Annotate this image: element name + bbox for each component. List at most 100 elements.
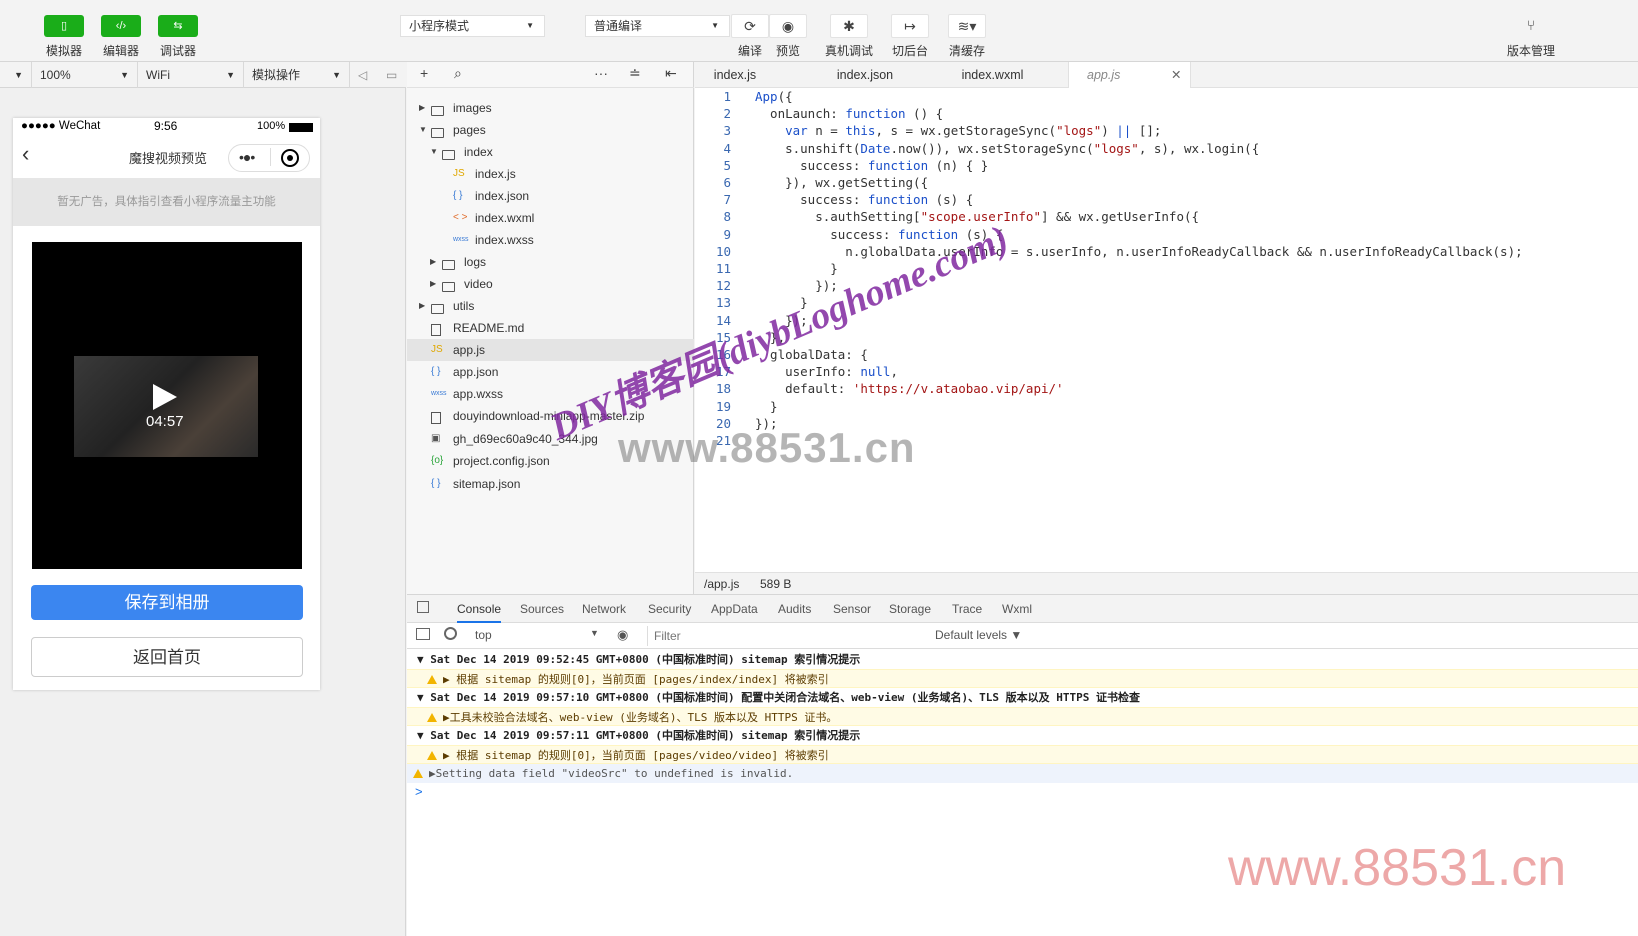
console-log-entry[interactable]: ▼ Sat Dec 14 2019 09:57:10 GMT+0800 (中国标…: [407, 688, 1638, 707]
console-log-entry[interactable]: ▶Setting data field "videoSrc" to undefi…: [407, 764, 1638, 783]
tree-item-label: index.json: [475, 189, 530, 203]
tab-network[interactable]: Network: [582, 595, 626, 623]
more-icon[interactable]: ···: [594, 65, 608, 81]
chevron-right-icon[interactable]: ▶: [419, 97, 425, 119]
tab-audits[interactable]: Audits: [778, 595, 811, 623]
tree-item-label: index.wxml: [475, 211, 535, 225]
tab-index-js[interactable]: index.js: [695, 62, 775, 88]
collapse-icon[interactable]: ≐: [629, 65, 641, 82]
code-icon: ‹/›: [115, 20, 127, 32]
tab-wxml[interactable]: Wxml: [1002, 595, 1032, 623]
compile-button[interactable]: ⟳: [731, 14, 769, 38]
warning-icon: [427, 675, 437, 684]
context-select[interactable]: top: [475, 628, 492, 642]
switch-icon: ↦: [904, 18, 916, 34]
tab-sources[interactable]: Sources: [520, 595, 564, 623]
editor-toggle-button[interactable]: ‹/›: [101, 15, 141, 37]
tree-item[interactable]: ▼ index: [407, 141, 694, 163]
chevron-down-icon[interactable]: ▼: [430, 141, 438, 163]
back-arrow-icon[interactable]: ‹: [22, 143, 29, 165]
branch-icon: ⑂: [1526, 17, 1536, 33]
chevron-down-icon[interactable]: ▼: [590, 628, 599, 638]
chevron-down-icon: ▼: [332, 70, 341, 80]
tree-item[interactable]: < > index.wxml: [407, 207, 694, 229]
tree-item[interactable]: ▶ video: [407, 273, 694, 295]
simulator-label: 模拟器: [45, 44, 82, 58]
clear-cache-button[interactable]: ≋▾: [948, 14, 986, 38]
back-home-button[interactable]: 返回首页: [31, 637, 303, 677]
close-icon[interactable]: ✕: [1171, 62, 1181, 88]
tree-item[interactable]: { } sitemap.json: [407, 473, 694, 495]
debugger-toggle-button[interactable]: ⇆: [158, 15, 198, 37]
tree-item[interactable]: { } index.json: [407, 185, 694, 207]
zoom-select[interactable]: 100% ▼: [32, 62, 138, 88]
line-number: 12: [715, 278, 731, 294]
console-log-entry[interactable]: ▶工具未校验合法域名、web-view (业务域名)、TLS 版本以及 HTTP…: [407, 707, 1638, 726]
search-icon[interactable]: ⌕: [454, 65, 462, 82]
tree-item[interactable]: JS index.js: [407, 163, 694, 185]
tree-item[interactable]: README.md: [407, 317, 694, 339]
js-file-icon: JS: [453, 168, 465, 179]
clear-console-icon[interactable]: [444, 627, 457, 640]
bug-icon: ✱: [843, 18, 855, 34]
warning-icon: [413, 769, 423, 778]
console-prompt[interactable]: >: [415, 784, 423, 799]
tab-sensor[interactable]: Sensor: [833, 595, 871, 623]
chevron-down-icon[interactable]: ▼: [419, 119, 427, 141]
tree-item[interactable]: ▶ logs: [407, 251, 694, 273]
tree-item-label: app.wxss: [453, 387, 504, 401]
log-levels-select[interactable]: Default levels ▼: [935, 628, 1022, 642]
more-icon[interactable]: •●•: [239, 149, 255, 165]
remote-debug-label: 真机调试: [824, 44, 873, 58]
clear-cache-label: 清缓存: [948, 44, 985, 58]
sim-ops-select[interactable]: 模拟操作 ▼: [244, 62, 350, 88]
close-miniapp-icon[interactable]: [281, 149, 299, 167]
preview-button[interactable]: ◉: [769, 14, 807, 38]
mode-select[interactable]: 小程序模式 ▼: [400, 15, 545, 37]
tree-item[interactable]: wxss index.wxss: [407, 229, 694, 251]
code-text: default: 'https://v.ataobao.vip/api/': [755, 381, 1064, 397]
save-to-album-button[interactable]: 保存到相册: [31, 585, 303, 620]
console-filter-input[interactable]: [647, 626, 927, 646]
chevron-right-icon[interactable]: ▶: [419, 295, 425, 317]
sidebar-toggle-icon[interactable]: [416, 628, 430, 640]
console-log-entry[interactable]: ▼ Sat Dec 14 2019 09:52:45 GMT+0800 (中国标…: [407, 650, 1638, 669]
tab-console[interactable]: Console: [457, 595, 502, 623]
video-player[interactable]: 04:57: [32, 242, 302, 569]
remote-debug-button[interactable]: ✱: [830, 14, 868, 38]
chevron-right-icon[interactable]: ▶: [430, 251, 436, 273]
tree-item[interactable]: ▶ images: [407, 97, 694, 119]
play-icon[interactable]: [153, 384, 177, 410]
compile-select[interactable]: 普通编译 ▼: [585, 15, 730, 37]
detach-button[interactable]: ▭: [378, 62, 406, 88]
editor-tabs: index.js index.json index.wxml app.js ✕: [695, 62, 1638, 88]
console-log-entry[interactable]: ▶ 根据 sitemap 的规则[0]，当前页面 [pages/video/vi…: [407, 745, 1638, 764]
code-text: success: function (s) {: [755, 192, 974, 208]
console-log-entry[interactable]: ▼ Sat Dec 14 2019 09:57:11 GMT+0800 (中国标…: [407, 726, 1638, 745]
tab-appdata[interactable]: AppData: [711, 595, 758, 623]
tab-security[interactable]: Security: [648, 595, 691, 623]
tab-index-wxml[interactable]: index.wxml: [950, 62, 1035, 88]
device-select[interactable]: ▼: [0, 62, 32, 88]
simulator-toggle-button[interactable]: ▯: [44, 15, 84, 37]
console-log-entry[interactable]: ▶ 根据 sitemap 的规则[0]，当前页面 [pages/index/in…: [407, 669, 1638, 688]
background-button[interactable]: ↦: [891, 14, 929, 38]
chevron-right-icon[interactable]: ▶: [430, 273, 436, 295]
tree-item-label: project.config.json: [453, 454, 550, 468]
inspect-icon[interactable]: [417, 601, 429, 613]
volume-button[interactable]: ◁: [350, 62, 378, 88]
tree-item[interactable]: ▼ pages: [407, 119, 694, 141]
layout-icon[interactable]: ⇤: [665, 65, 677, 82]
tree-item[interactable]: ▶ utils: [407, 295, 694, 317]
tab-trace[interactable]: Trace: [952, 595, 982, 623]
tab-storage[interactable]: Storage: [889, 595, 931, 623]
tab-app-js[interactable]: app.js ✕: [1068, 62, 1191, 88]
network-select[interactable]: WiFi ▼: [138, 62, 244, 88]
chevron-down-icon: ▼: [711, 21, 719, 30]
version-mgmt-button[interactable]: ⑂: [1512, 14, 1550, 38]
add-icon[interactable]: +: [420, 65, 428, 81]
eye-icon[interactable]: ◉: [617, 627, 628, 643]
json-file-icon: { }: [431, 478, 441, 489]
tree-item-label: utils: [453, 299, 475, 313]
tab-index-json[interactable]: index.json: [825, 62, 905, 88]
